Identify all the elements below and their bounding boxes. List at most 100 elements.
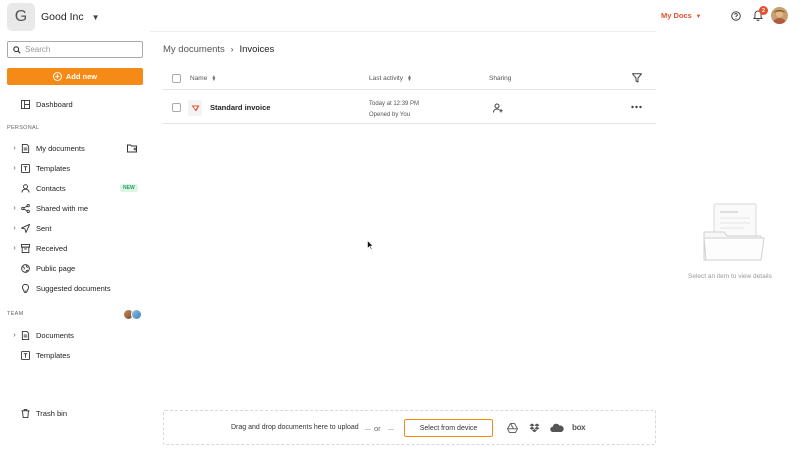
column-sharing: Sharing [489, 75, 511, 82]
sidebar-item-label: Sent [36, 223, 52, 233]
activity-time: Today at 12:39 PM [369, 101, 420, 107]
sidebar-item-received[interactable]: › Received [0, 241, 150, 255]
sidebar-item-label: Received [36, 243, 68, 253]
column-activity-label: Last activity [369, 75, 403, 82]
org-name: Good Inc [41, 11, 84, 23]
select-from-device-button[interactable]: Select from device [404, 419, 493, 437]
document-name[interactable]: Standard invoice [210, 103, 270, 112]
breadcrumb-parent[interactable]: My documents [163, 44, 225, 55]
org-switcher[interactable]: G Good Inc ▼ [7, 3, 100, 31]
box-icon[interactable]: box [572, 423, 586, 432]
column-sharing-label: Sharing [489, 75, 512, 82]
chevron-right-icon[interactable]: › [11, 225, 18, 232]
sidebar-item-label: Documents [36, 330, 74, 340]
last-activity: Today at 12:39 PM Opened by You [369, 99, 419, 121]
sidebar-item-trash[interactable]: Trash bin [0, 406, 150, 420]
sort-icon: ▲ ▼ [211, 73, 217, 83]
org-avatar: G [7, 3, 35, 31]
sidebar-item-sent[interactable]: › Sent [0, 221, 150, 235]
chevron-right-icon[interactable]: › [11, 165, 18, 172]
activity-desc: Opened by You [369, 112, 411, 118]
sidebar-item-label: Templates [36, 163, 71, 173]
empty-details-illustration [703, 203, 765, 261]
upload-or: or [374, 424, 381, 433]
sidebar-item-label: My documents [36, 143, 85, 153]
breadcrumb-current: Invoices [239, 44, 275, 55]
workspace-switcher[interactable]: My Docs ▼ [661, 11, 701, 20]
trash-icon [21, 408, 30, 418]
sidebar-item-label: Public page [36, 263, 76, 273]
chevron-right-icon[interactable]: › [11, 332, 18, 339]
plus-icon: + [52, 72, 62, 81]
column-name[interactable]: Name ▲ ▼ [190, 73, 217, 83]
user-avatar[interactable] [771, 7, 788, 24]
team-avatars[interactable] [123, 309, 143, 320]
more-options-icon[interactable] [631, 105, 642, 109]
document-icon [21, 330, 30, 340]
upload-dropzone[interactable]: Drag and drop documents here to upload o… [163, 410, 656, 445]
onedrive-icon[interactable] [550, 423, 564, 433]
divider [365, 429, 371, 430]
help-icon[interactable] [731, 11, 741, 21]
upload-drag-text: Drag and drop documents here to upload [231, 424, 359, 431]
sidebar-item-suggested-documents[interactable]: Suggested documents [0, 281, 150, 295]
sidebar-item-team-templates[interactable]: Templates [0, 348, 150, 362]
notification-badge: 2 [759, 6, 768, 15]
filter-icon[interactable] [632, 73, 642, 83]
invoice-doc-icon [188, 100, 202, 116]
sidebar-item-label: Suggested documents [36, 283, 111, 293]
table-row[interactable]: Standard invoice Today at 12:39 PM Opene… [163, 91, 656, 124]
section-label-personal: PERSONAL [7, 125, 40, 131]
send-icon [21, 223, 30, 233]
add-new-button[interactable]: + Add new [7, 68, 143, 85]
contacts-icon [21, 183, 30, 193]
dashboard-icon [21, 99, 30, 109]
sidebar-item-label: Shared with me [36, 203, 89, 213]
workspace-switcher-label: My Docs [661, 11, 692, 20]
mouse-cursor-icon [367, 240, 374, 250]
share-icon [21, 203, 30, 213]
sidebar-item-label: Templates [36, 350, 71, 360]
sidebar-item-dashboard[interactable]: Dashboard [0, 97, 150, 111]
sort-icon: ▲ ▼ [406, 73, 412, 83]
breadcrumb: My documents › Invoices [163, 44, 274, 55]
avatar [131, 309, 142, 320]
empty-details-text: Select an item to view details [688, 273, 772, 280]
sidebar-item-public-page[interactable]: Public page [0, 261, 150, 275]
table-header: Name ▲ ▼ Last activity ▲ ▼ Sharing [163, 68, 656, 90]
sidebar-item-templates[interactable]: › Templates [0, 161, 150, 175]
column-name-label: Name [190, 75, 208, 82]
column-last-activity[interactable]: Last activity ▲ ▼ [369, 73, 412, 83]
chevron-right-icon[interactable]: › [11, 205, 18, 212]
search-icon [13, 45, 21, 54]
sidebar-item-label: Contacts [36, 183, 66, 193]
sidebar-item-shared-with-me[interactable]: › Shared with me [0, 201, 150, 215]
sidebar-item-label: Dashboard [36, 99, 73, 109]
inbox-icon [21, 243, 30, 253]
search-input[interactable] [25, 45, 135, 54]
new-badge: NEW [120, 184, 138, 192]
chevron-right-icon[interactable]: › [11, 245, 18, 252]
sidebar-item-label: Trash bin [36, 408, 67, 418]
add-new-label: Add new [65, 72, 98, 81]
chevron-right-icon[interactable]: › [11, 145, 18, 152]
chevron-right-icon: › [230, 45, 234, 54]
template-icon [21, 350, 30, 360]
section-label-team: TEAM [7, 311, 24, 317]
document-icon [21, 143, 30, 153]
chevron-down-icon: ▼ [91, 12, 100, 22]
add-folder-icon[interactable] [127, 143, 137, 153]
globe-icon [21, 263, 30, 273]
google-drive-icon[interactable] [507, 423, 518, 433]
sidebar: G Good Inc ▼ + Add new Dashboard PERSONA… [0, 0, 150, 453]
header-divider [150, 31, 656, 32]
row-checkbox[interactable] [172, 103, 181, 112]
dropbox-icon[interactable] [529, 423, 540, 433]
divider [388, 429, 394, 430]
sidebar-item-team-documents[interactable]: › Documents [0, 328, 150, 342]
select-all-checkbox[interactable] [172, 74, 181, 83]
chevron-down-icon: ▼ [693, 14, 702, 20]
search-box[interactable] [7, 41, 143, 58]
lightbulb-icon [21, 283, 30, 293]
add-user-icon[interactable] [493, 103, 503, 113]
